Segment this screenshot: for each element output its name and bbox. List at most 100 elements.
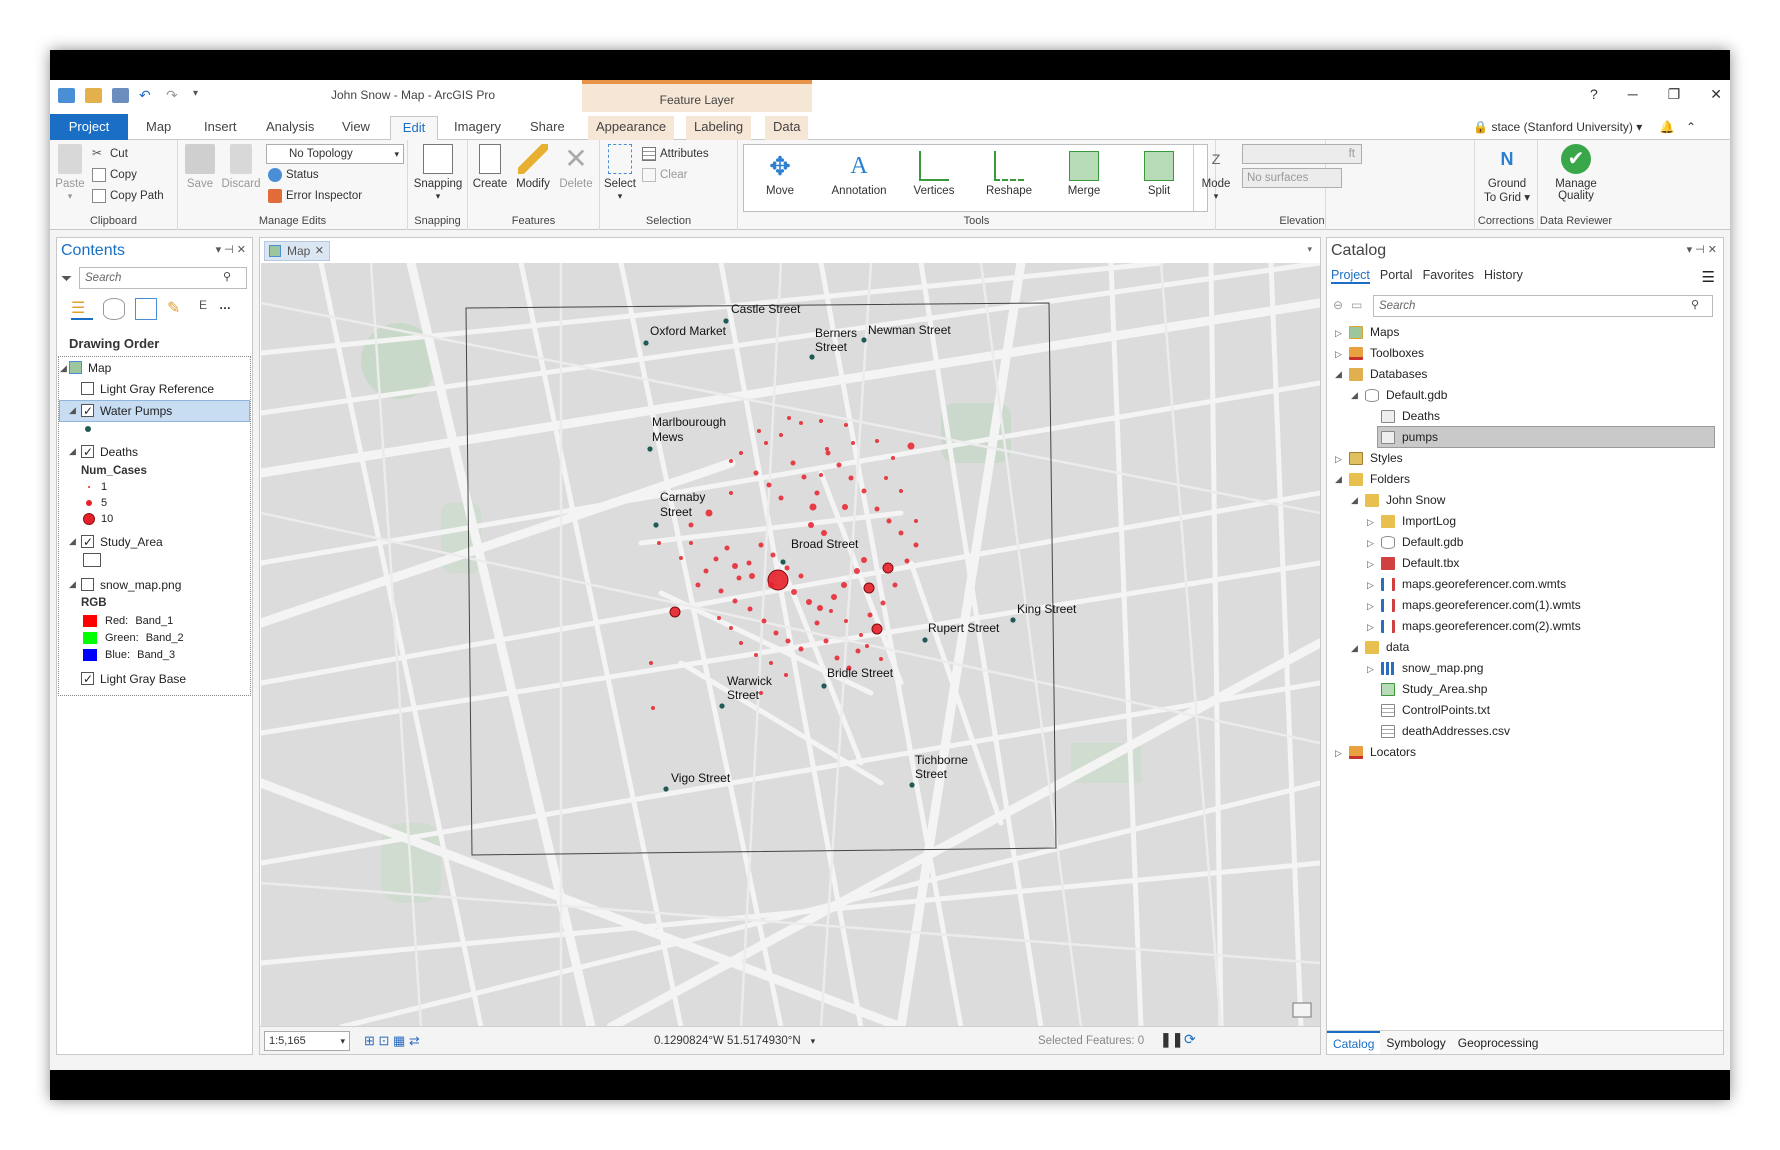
toc-light-gray-reference[interactable]: Light Gray Reference: [81, 380, 214, 398]
filter-icon[interactable]: ⏷: [61, 270, 72, 287]
ground-to-grid-button[interactable]: N Ground To Grid ▾: [1479, 144, 1535, 204]
collapse-databases[interactable]: ◢: [1335, 369, 1342, 380]
checkbox-snow-map[interactable]: [81, 578, 94, 591]
navigation-icons[interactable]: ⊞ ⊡ ▦ ⇄: [364, 1033, 420, 1049]
bottom-tab-geoprocessing[interactable]: Geoprocessing: [1452, 1031, 1545, 1054]
catalog-tab-portal[interactable]: Portal: [1380, 268, 1413, 284]
catalog-item-databases[interactable]: Databases: [1349, 364, 1427, 384]
annotation-tool[interactable]: A Annotation: [824, 151, 894, 197]
collapse-ribbon-icon[interactable]: ⌃: [1686, 120, 1696, 134]
topology-dropdown[interactable]: No Topology ▾: [266, 144, 404, 164]
help-button[interactable]: ?: [1590, 86, 1598, 103]
back-icon[interactable]: ⊖: [1333, 298, 1343, 312]
restore-button[interactable]: ❐: [1668, 86, 1681, 103]
create-button[interactable]: Create: [468, 144, 512, 190]
expand-locators[interactable]: ▷: [1335, 748, 1342, 759]
expand-toolboxes[interactable]: ▷: [1335, 349, 1342, 360]
undo-icon[interactable]: ↶: [139, 88, 156, 103]
tab-insert[interactable]: Insert: [196, 116, 245, 140]
cut-button[interactable]: ✂ Cut: [92, 144, 128, 164]
toc-map[interactable]: Map: [69, 359, 111, 377]
tab-share[interactable]: Share: [522, 116, 573, 140]
close-button[interactable]: ✕: [1710, 86, 1722, 103]
minimize-button[interactable]: ─: [1628, 86, 1638, 103]
catalog-item-snow-map[interactable]: snow_map.png: [1381, 658, 1483, 678]
expand-wmts-2[interactable]: ▷: [1367, 601, 1374, 612]
tab-map[interactable]: Map: [138, 116, 179, 140]
customize-qat-icon[interactable]: ▾: [193, 88, 210, 103]
catalog-item-styles[interactable]: Styles: [1349, 448, 1403, 468]
collapse-folders[interactable]: ◢: [1335, 474, 1342, 485]
clear-selection-button[interactable]: Clear: [642, 165, 687, 185]
tab-labeling[interactable]: Labeling: [686, 116, 752, 140]
expand-default-tbx[interactable]: ▷: [1367, 559, 1374, 570]
delete-button[interactable]: ✕ Delete: [554, 144, 598, 191]
folder-up-icon[interactable]: ▭: [1351, 298, 1362, 312]
catalog-item-study-area[interactable]: Study_Area.shp: [1381, 679, 1487, 699]
catalog-item-death-addresses[interactable]: deathAddresses.csv: [1381, 721, 1510, 741]
redo-icon[interactable]: ↷: [166, 88, 183, 103]
close-map-tab-icon[interactable]: ✕: [315, 242, 324, 260]
basemap-gallery-button[interactable]: [1292, 1002, 1312, 1018]
expand-deaths-icon[interactable]: ◢: [69, 446, 76, 457]
catalog-item-wmts-2[interactable]: maps.georeferencer.com(1).wmts: [1381, 595, 1581, 615]
catalog-pane-controls[interactable]: ▾ ⊣ ✕: [1687, 243, 1717, 256]
elevation-mode-button[interactable]: Z Mode ▾: [1194, 144, 1238, 202]
catalog-tab-history[interactable]: History: [1484, 268, 1523, 284]
drawing-order-icon[interactable]: ☰: [71, 298, 93, 320]
catalog-item-default-gdb[interactable]: Default.gdb: [1365, 385, 1447, 405]
expand-map-icon[interactable]: ◢: [60, 363, 67, 374]
catalog-item-default-tbx[interactable]: Default.tbx: [1381, 553, 1459, 573]
new-project-icon[interactable]: [58, 88, 75, 103]
status-button[interactable]: Status: [268, 165, 319, 185]
map-view-tab[interactable]: Map ✕: [264, 241, 330, 261]
catalog-item-john-snow[interactable]: John Snow: [1365, 490, 1445, 510]
catalog-item-importlog[interactable]: ImportLog: [1381, 511, 1456, 531]
expand-importlog[interactable]: ▷: [1367, 517, 1374, 528]
catalog-tab-favorites[interactable]: Favorites: [1423, 268, 1474, 284]
scale-dropdown[interactable]: 1:5,165 ▾: [264, 1031, 350, 1051]
editing-view-icon[interactable]: ✎: [167, 298, 189, 320]
checkbox-study-area[interactable]: [81, 533, 94, 551]
view-dropdown-icon[interactable]: ▾: [1307, 244, 1312, 255]
bottom-tab-catalog[interactable]: Catalog: [1327, 1031, 1381, 1054]
collapse-default-gdb[interactable]: ◢: [1351, 390, 1358, 401]
notification-bell-icon[interactable]: 🔔: [1660, 120, 1675, 134]
expand-snow-map[interactable]: ▷: [1367, 664, 1374, 675]
catalog-item-maps[interactable]: Maps: [1349, 322, 1399, 342]
expand-wmts-3[interactable]: ▷: [1367, 622, 1374, 633]
catalog-item-pumps[interactable]: pumps: [1381, 427, 1438, 447]
toc-snow-map[interactable]: snow_map.png: [81, 576, 181, 594]
checkbox-water-pumps[interactable]: [81, 402, 94, 420]
coordinate-readout[interactable]: 0.1290824°W 51.5174930°N ▾: [654, 1035, 815, 1047]
select-button[interactable]: Select ▾: [600, 144, 640, 202]
expand-snow-map-icon[interactable]: ◢: [69, 579, 76, 590]
catalog-item-wmts-3[interactable]: maps.georeferencer.com(2).wmts: [1381, 616, 1581, 636]
collapse-data[interactable]: ◢: [1351, 643, 1358, 654]
data-source-icon[interactable]: [103, 298, 125, 320]
move-tool[interactable]: ✥ Move: [748, 151, 812, 197]
search-icon[interactable]: ⚲: [223, 270, 231, 283]
manage-quality-button[interactable]: ✔ Manage Quality: [1548, 144, 1604, 202]
catalog-search-input[interactable]: Search: [1373, 295, 1713, 317]
bottom-tab-symbology[interactable]: Symbology: [1380, 1031, 1451, 1054]
surfaces-dropdown[interactable]: No surfaces: [1242, 168, 1342, 188]
catalog-item-locators[interactable]: Locators: [1349, 742, 1416, 762]
selected-features-count[interactable]: Selected Features: 0: [1038, 1035, 1144, 1047]
modify-button[interactable]: Modify: [510, 144, 556, 190]
expand-styles[interactable]: ▷: [1335, 454, 1342, 465]
refresh-icon[interactable]: ⟳: [1184, 1031, 1196, 1048]
save-project-icon[interactable]: [112, 88, 129, 103]
tab-appearance[interactable]: Appearance: [588, 116, 675, 140]
contents-search-input[interactable]: Search: [79, 267, 247, 289]
copy-button[interactable]: Copy: [92, 165, 137, 185]
toc-study-area[interactable]: Study_Area: [81, 533, 163, 551]
catalog-menu-icon[interactable]: ☰: [1702, 268, 1715, 286]
open-project-icon[interactable]: [85, 88, 102, 103]
map-canvas[interactable]: Castle Street Oxford Market Berners Stre…: [261, 263, 1320, 1027]
more-options-icon[interactable]: …: [219, 298, 235, 320]
split-tool[interactable]: Split: [1128, 151, 1190, 197]
error-inspector-button[interactable]: Error Inspector: [268, 186, 362, 206]
catalog-item-folders[interactable]: Folders: [1349, 469, 1410, 489]
paste-button[interactable]: Paste ▾: [52, 144, 88, 202]
